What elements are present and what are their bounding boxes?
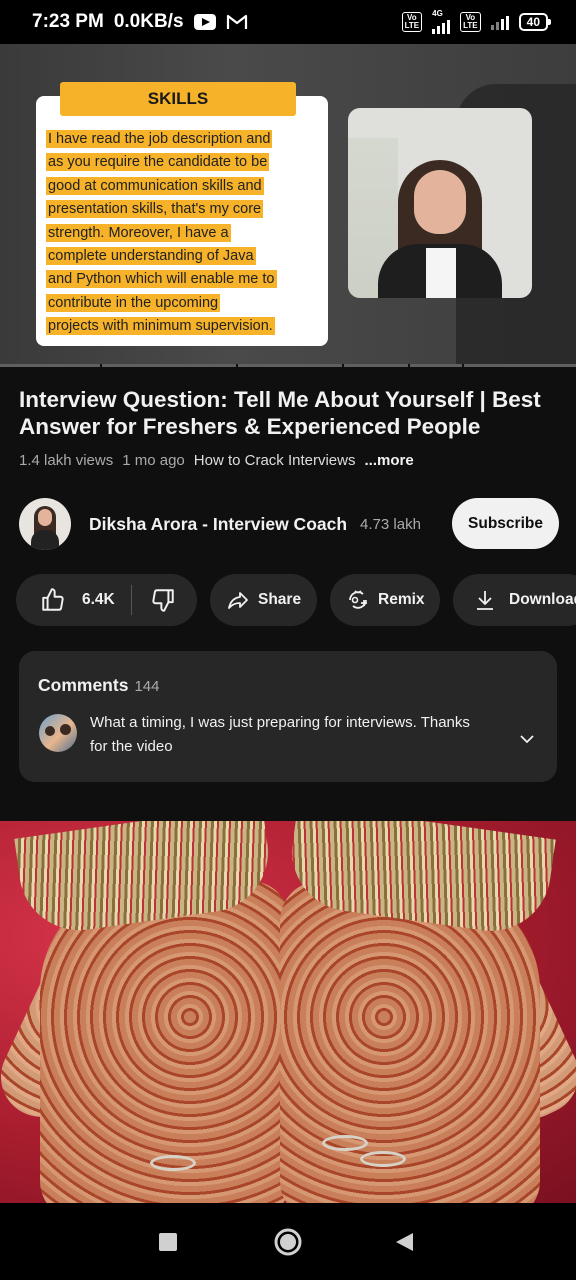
skills-line: good at communication skills and: [46, 176, 264, 195]
skills-line: and Python which will enable me to: [46, 270, 277, 289]
skills-tag: SKILLS: [60, 82, 296, 116]
remix-button[interactable]: Remix: [330, 574, 440, 626]
back-button[interactable]: [364, 1203, 444, 1280]
remix-icon: [349, 590, 367, 609]
channel-avatar[interactable]: [19, 498, 71, 550]
video-title[interactable]: Interview Question: Tell Me About Yourse…: [19, 386, 559, 440]
top-comment-text: What a timing, I was just preparing for …: [90, 714, 470, 755]
video-player[interactable]: SKILLS I have read the job description a…: [0, 44, 576, 366]
skills-line: presentation skills, that's my core: [46, 200, 264, 219]
network-speed: 0.0KB/s: [113, 11, 184, 32]
like-divider: [130, 585, 132, 615]
gmail-notification-icon: [226, 14, 247, 29]
volte-icon: Vo LTE: [401, 12, 423, 32]
skills-line: contribute in the upcoming: [46, 293, 221, 312]
video-progress-bar[interactable]: [0, 364, 576, 367]
share-icon: [228, 592, 248, 609]
share-button[interactable]: Share: [210, 574, 317, 626]
status-bar: 7:23 PM 0.0KB/s Vo LTE 4G Vo LTE 40: [0, 0, 576, 44]
thumbs-down-icon: [152, 589, 174, 612]
presenter-video: [348, 108, 532, 298]
system-nav-bar: [0, 1203, 576, 1280]
signal-strength-icon: [432, 18, 451, 34]
square-icon: [159, 1232, 177, 1251]
remix-label: Remix: [378, 591, 425, 608]
channel-name[interactable]: Diksha Arora - Interview Coach: [89, 514, 347, 535]
share-label: Share: [258, 591, 302, 608]
home-button[interactable]: [248, 1203, 328, 1280]
recents-button[interactable]: [128, 1203, 208, 1280]
subscriber-count: 4.73 lakh: [360, 515, 421, 533]
comments-panel[interactable]: Comments 144 What a timing, I was just pr…: [19, 651, 557, 782]
subscribe-button[interactable]: Subscribe: [452, 498, 559, 549]
comments-title: Comments: [38, 675, 129, 695]
upload-age: 1 mo ago: [122, 452, 185, 469]
comments-header: Comments 144: [38, 675, 159, 696]
skills-text: I have read the job description and as y…: [46, 128, 324, 339]
circle-icon: [274, 1228, 302, 1255]
volte-icon-2: Vo LTE: [460, 12, 481, 32]
action-bar: 6.4K Share Remix Download: [16, 574, 576, 626]
status-time: 7:23 PM: [32, 11, 104, 32]
comments-count: 144: [134, 678, 160, 695]
dislike-button[interactable]: [150, 587, 176, 613]
download-label: Download: [509, 591, 576, 608]
view-count: 1.4 lakh views: [19, 452, 114, 469]
chevron-down-icon[interactable]: [519, 731, 535, 747]
skills-line: strength. Moreover, I have a: [46, 223, 231, 242]
download-icon: [477, 591, 493, 610]
playlist-link[interactable]: How to Crack Interviews: [194, 452, 356, 469]
channel-row[interactable]: Diksha Arora - Interview Coach 4.73 lakh…: [19, 498, 559, 550]
download-button[interactable]: Download: [453, 574, 576, 626]
skills-line: I have read the job description and: [46, 130, 273, 148]
mehndi-hands-image[interactable]: [0, 821, 576, 1203]
triangle-back-icon: [396, 1232, 413, 1251]
battery-icon: 40: [518, 13, 552, 31]
like-dislike-group: 6.4K: [16, 574, 197, 626]
like-count: 6.4K: [82, 591, 115, 608]
more-link[interactable]: ...more: [364, 452, 413, 469]
network-type: 4G: [432, 9, 443, 18]
signal-strength-icon-2: [490, 14, 509, 30]
like-button[interactable]: 6.4K: [16, 587, 115, 613]
skills-line: complete understanding of Java: [46, 247, 256, 266]
skills-line: as you require the candidate to be: [46, 153, 270, 172]
thumbs-up-icon: [42, 588, 64, 611]
skills-line: projects with minimum supervision.: [46, 317, 275, 336]
commenter-avatar: [39, 714, 77, 752]
youtube-notification-icon: [193, 14, 216, 30]
video-meta[interactable]: 1.4 lakh views 1 mo ago How to Crack Int…: [19, 452, 414, 469]
